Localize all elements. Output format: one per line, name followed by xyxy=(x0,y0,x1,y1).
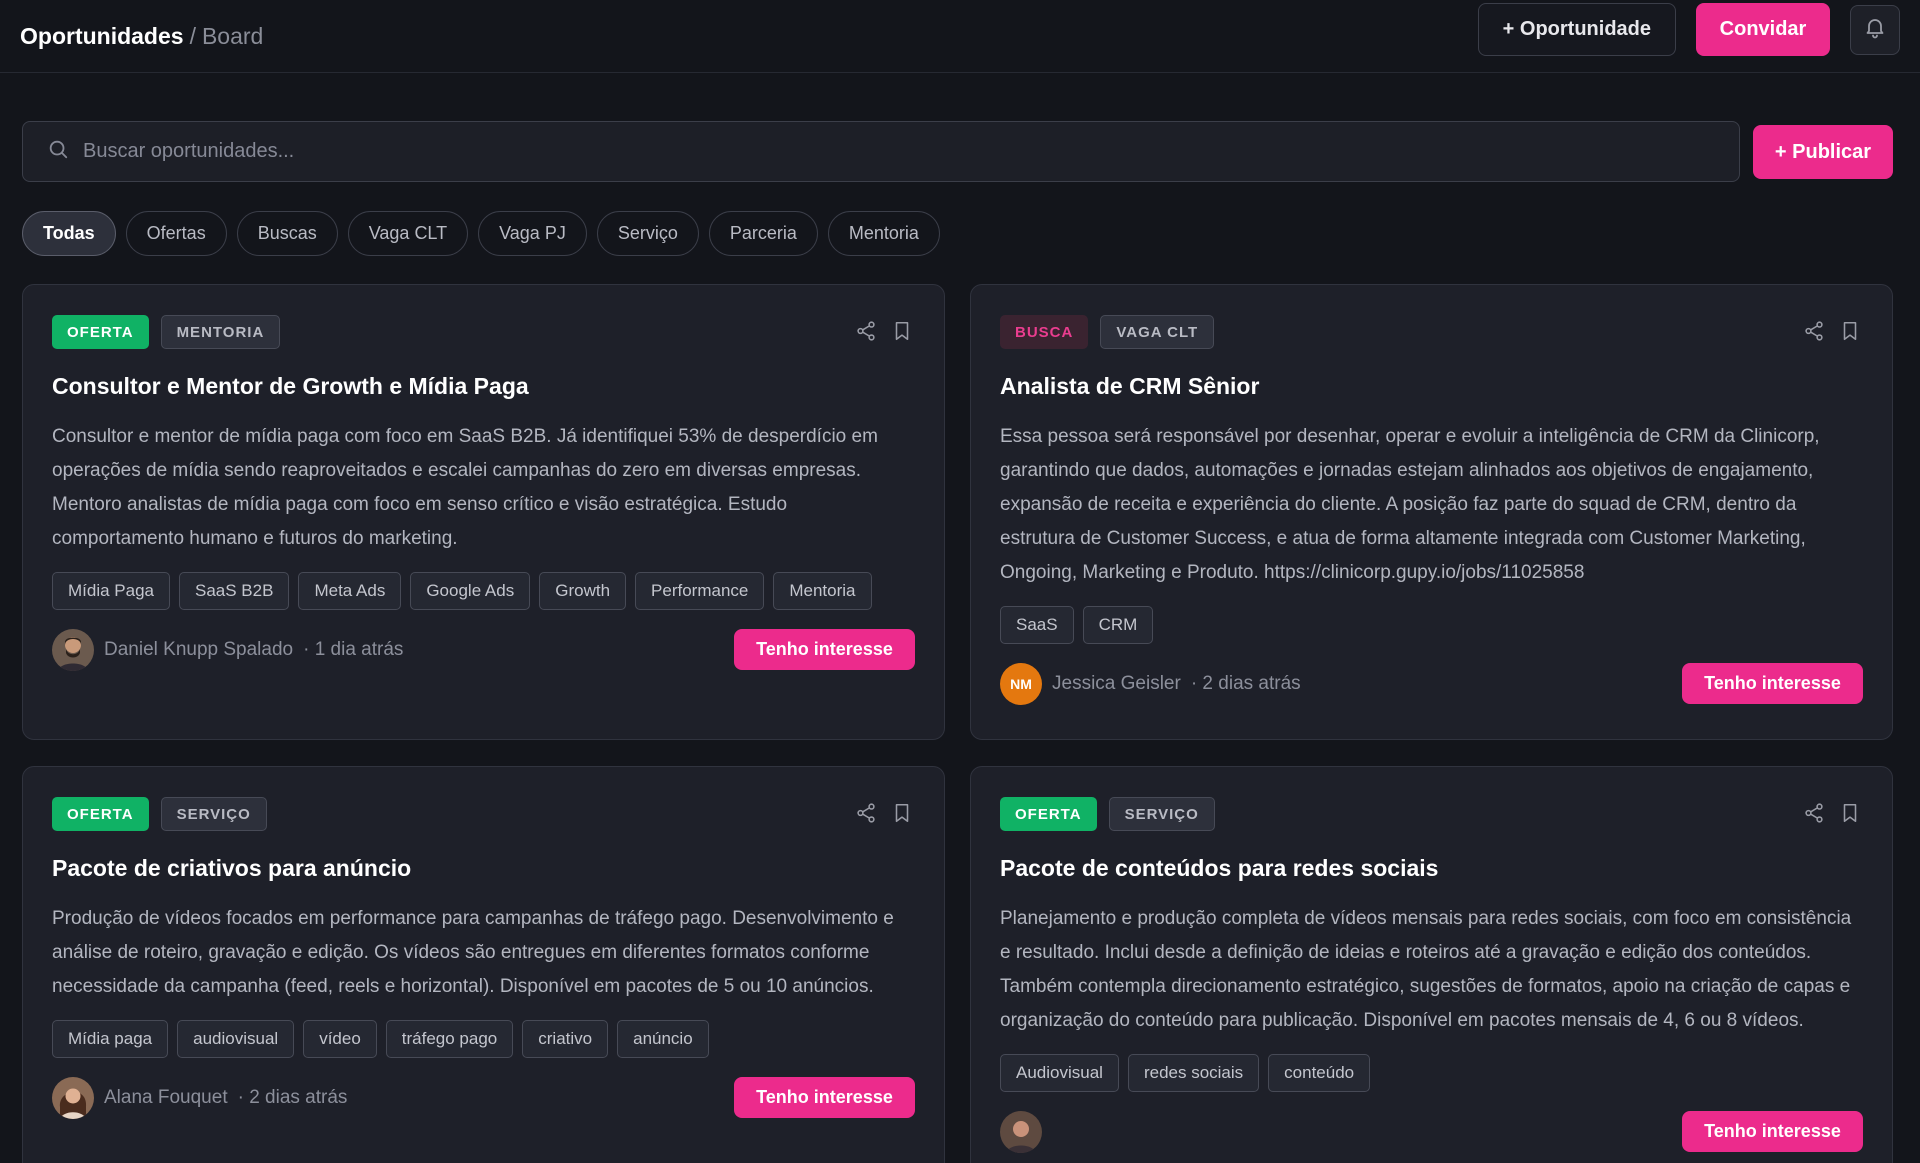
share-icon[interactable] xyxy=(1803,802,1825,824)
interest-button[interactable]: Tenho interesse xyxy=(734,1077,915,1118)
page-title: Oportunidades xyxy=(20,22,184,49)
search-icon xyxy=(47,138,69,165)
category-badge: SERVIÇO xyxy=(160,797,267,831)
publish-button[interactable]: + Publicar xyxy=(1753,125,1893,179)
tag[interactable]: Mídia Paga xyxy=(52,572,170,610)
tag[interactable]: Mídia paga xyxy=(52,1020,169,1058)
interest-button[interactable]: Tenho interesse xyxy=(1682,1111,1863,1152)
filter-chip-buscas[interactable]: Buscas xyxy=(236,211,338,256)
filter-chip-servico[interactable]: Serviço xyxy=(596,211,699,256)
tag[interactable]: Growth xyxy=(539,572,627,610)
author-name[interactable]: Daniel Knupp Spalado xyxy=(104,639,293,661)
breadcrumb-separator: / xyxy=(189,22,196,49)
bookmark-icon[interactable] xyxy=(1839,320,1861,342)
author-name[interactable]: Alana Fouquet xyxy=(104,1087,228,1109)
category-badge: SERVIÇO xyxy=(1108,797,1215,831)
tag[interactable]: anúncio xyxy=(617,1020,709,1058)
avatar[interactable]: NM xyxy=(1000,662,1042,705)
interest-button[interactable]: Tenho interesse xyxy=(1682,663,1863,704)
share-icon[interactable] xyxy=(855,802,877,824)
share-icon[interactable] xyxy=(1803,320,1825,342)
tag[interactable]: audiovisual xyxy=(177,1020,295,1058)
interest-button[interactable]: Tenho interesse xyxy=(734,629,915,670)
opportunity-card[interactable]: BUSCA VAGA CLT Analista de CRM Sênior Es… xyxy=(970,284,1893,740)
opportunity-card[interactable]: OFERTA MENTORIA Consultor e Mentor de Gr… xyxy=(22,284,945,740)
tag-list: SaaS CRM xyxy=(1000,606,1863,644)
bookmark-icon[interactable] xyxy=(1839,802,1861,824)
offer-badge: OFERTA xyxy=(1000,797,1097,831)
bookmark-icon[interactable] xyxy=(891,320,913,342)
avatar[interactable] xyxy=(1000,1110,1042,1153)
tag[interactable]: tráfego pago xyxy=(385,1020,514,1058)
card-title[interactable]: Pacote de conteúdos para redes sociais xyxy=(1000,855,1863,882)
filter-chip-ofertas[interactable]: Ofertas xyxy=(125,211,227,256)
offer-badge: OFERTA xyxy=(52,797,149,831)
tag[interactable]: conteúdo xyxy=(1268,1054,1371,1092)
tag[interactable]: redes sociais xyxy=(1127,1054,1260,1092)
post-time: · 2 dias atrás xyxy=(1190,672,1301,694)
filter-chip-todas[interactable]: Todas xyxy=(22,211,116,256)
top-bar: Oportunidades / Board + Oportunidade Con… xyxy=(0,0,1920,73)
card-description: Planejamento e produção completa de víde… xyxy=(1000,908,1852,1031)
card-title[interactable]: Consultor e Mentor de Growth e Mídia Pag… xyxy=(52,373,915,400)
invite-button[interactable]: Convidar xyxy=(1696,3,1830,56)
opportunity-card[interactable]: OFERTA SERVIÇO Pacote de conteúdos para … xyxy=(970,766,1893,1163)
search-badge: BUSCA xyxy=(1000,315,1089,349)
tag[interactable]: vídeo xyxy=(303,1020,377,1058)
card-description: Produção de vídeos focados em performanc… xyxy=(52,908,894,997)
search-input[interactable] xyxy=(83,140,1739,163)
share-icon[interactable] xyxy=(855,320,877,342)
card-title[interactable]: Analista de CRM Sênior xyxy=(1000,373,1863,400)
post-time: · 1 dia atrás xyxy=(303,638,404,660)
tag[interactable]: Audiovisual xyxy=(1000,1054,1119,1092)
card-description: Consultor e mentor de mídia paga com foc… xyxy=(52,426,878,549)
filter-chip-vaga-clt[interactable]: Vaga CLT xyxy=(347,211,469,256)
offer-badge: OFERTA xyxy=(52,315,149,349)
tag[interactable]: SaaS xyxy=(1000,606,1074,644)
author-name[interactable]: Jessica Geisler xyxy=(1052,673,1181,695)
tag[interactable]: Mentoria xyxy=(773,572,872,610)
filter-chip-vaga-pj[interactable]: Vaga PJ xyxy=(478,211,587,256)
category-badge: MENTORIA xyxy=(160,315,281,349)
bell-icon xyxy=(1863,15,1887,44)
tag-list: Mídia paga audiovisual vídeo tráfego pag… xyxy=(52,1020,915,1058)
notifications-button[interactable] xyxy=(1850,4,1900,55)
tag[interactable]: SaaS B2B xyxy=(179,572,290,610)
new-opportunity-button[interactable]: + Oportunidade xyxy=(1477,3,1676,56)
card-title[interactable]: Pacote de criativos para anúncio xyxy=(52,855,915,882)
filter-chips: Todas Ofertas Buscas Vaga CLT Vaga PJ Se… xyxy=(22,211,950,256)
filter-chip-mentoria[interactable]: Mentoria xyxy=(827,211,940,256)
tag[interactable]: Performance xyxy=(635,572,765,610)
card-description: Essa pessoa será responsável por desenha… xyxy=(1000,426,1820,583)
tag[interactable]: criativo xyxy=(522,1020,609,1058)
avatar[interactable] xyxy=(52,628,94,671)
tag[interactable]: Meta Ads xyxy=(298,572,402,610)
filter-chip-parceria[interactable]: Parceria xyxy=(708,211,818,256)
search-bar xyxy=(22,121,1740,182)
breadcrumb-board[interactable]: Board xyxy=(202,23,263,50)
tag-list: Audiovisual redes sociais conteúdo xyxy=(1000,1054,1863,1092)
post-time: · 2 dias atrás xyxy=(237,1086,348,1108)
tag[interactable]: Google Ads xyxy=(410,572,531,610)
category-badge: VAGA CLT xyxy=(1100,315,1215,349)
header-actions: + Oportunidade Convidar xyxy=(1477,3,1900,56)
bookmark-icon[interactable] xyxy=(891,802,913,824)
tag-list: Mídia Paga SaaS B2B Meta Ads Google Ads … xyxy=(52,572,915,610)
tag[interactable]: CRM xyxy=(1082,606,1154,644)
opportunity-card[interactable]: OFERTA SERVIÇO Pacote de criativos para … xyxy=(22,766,945,1163)
avatar[interactable] xyxy=(52,1076,94,1119)
